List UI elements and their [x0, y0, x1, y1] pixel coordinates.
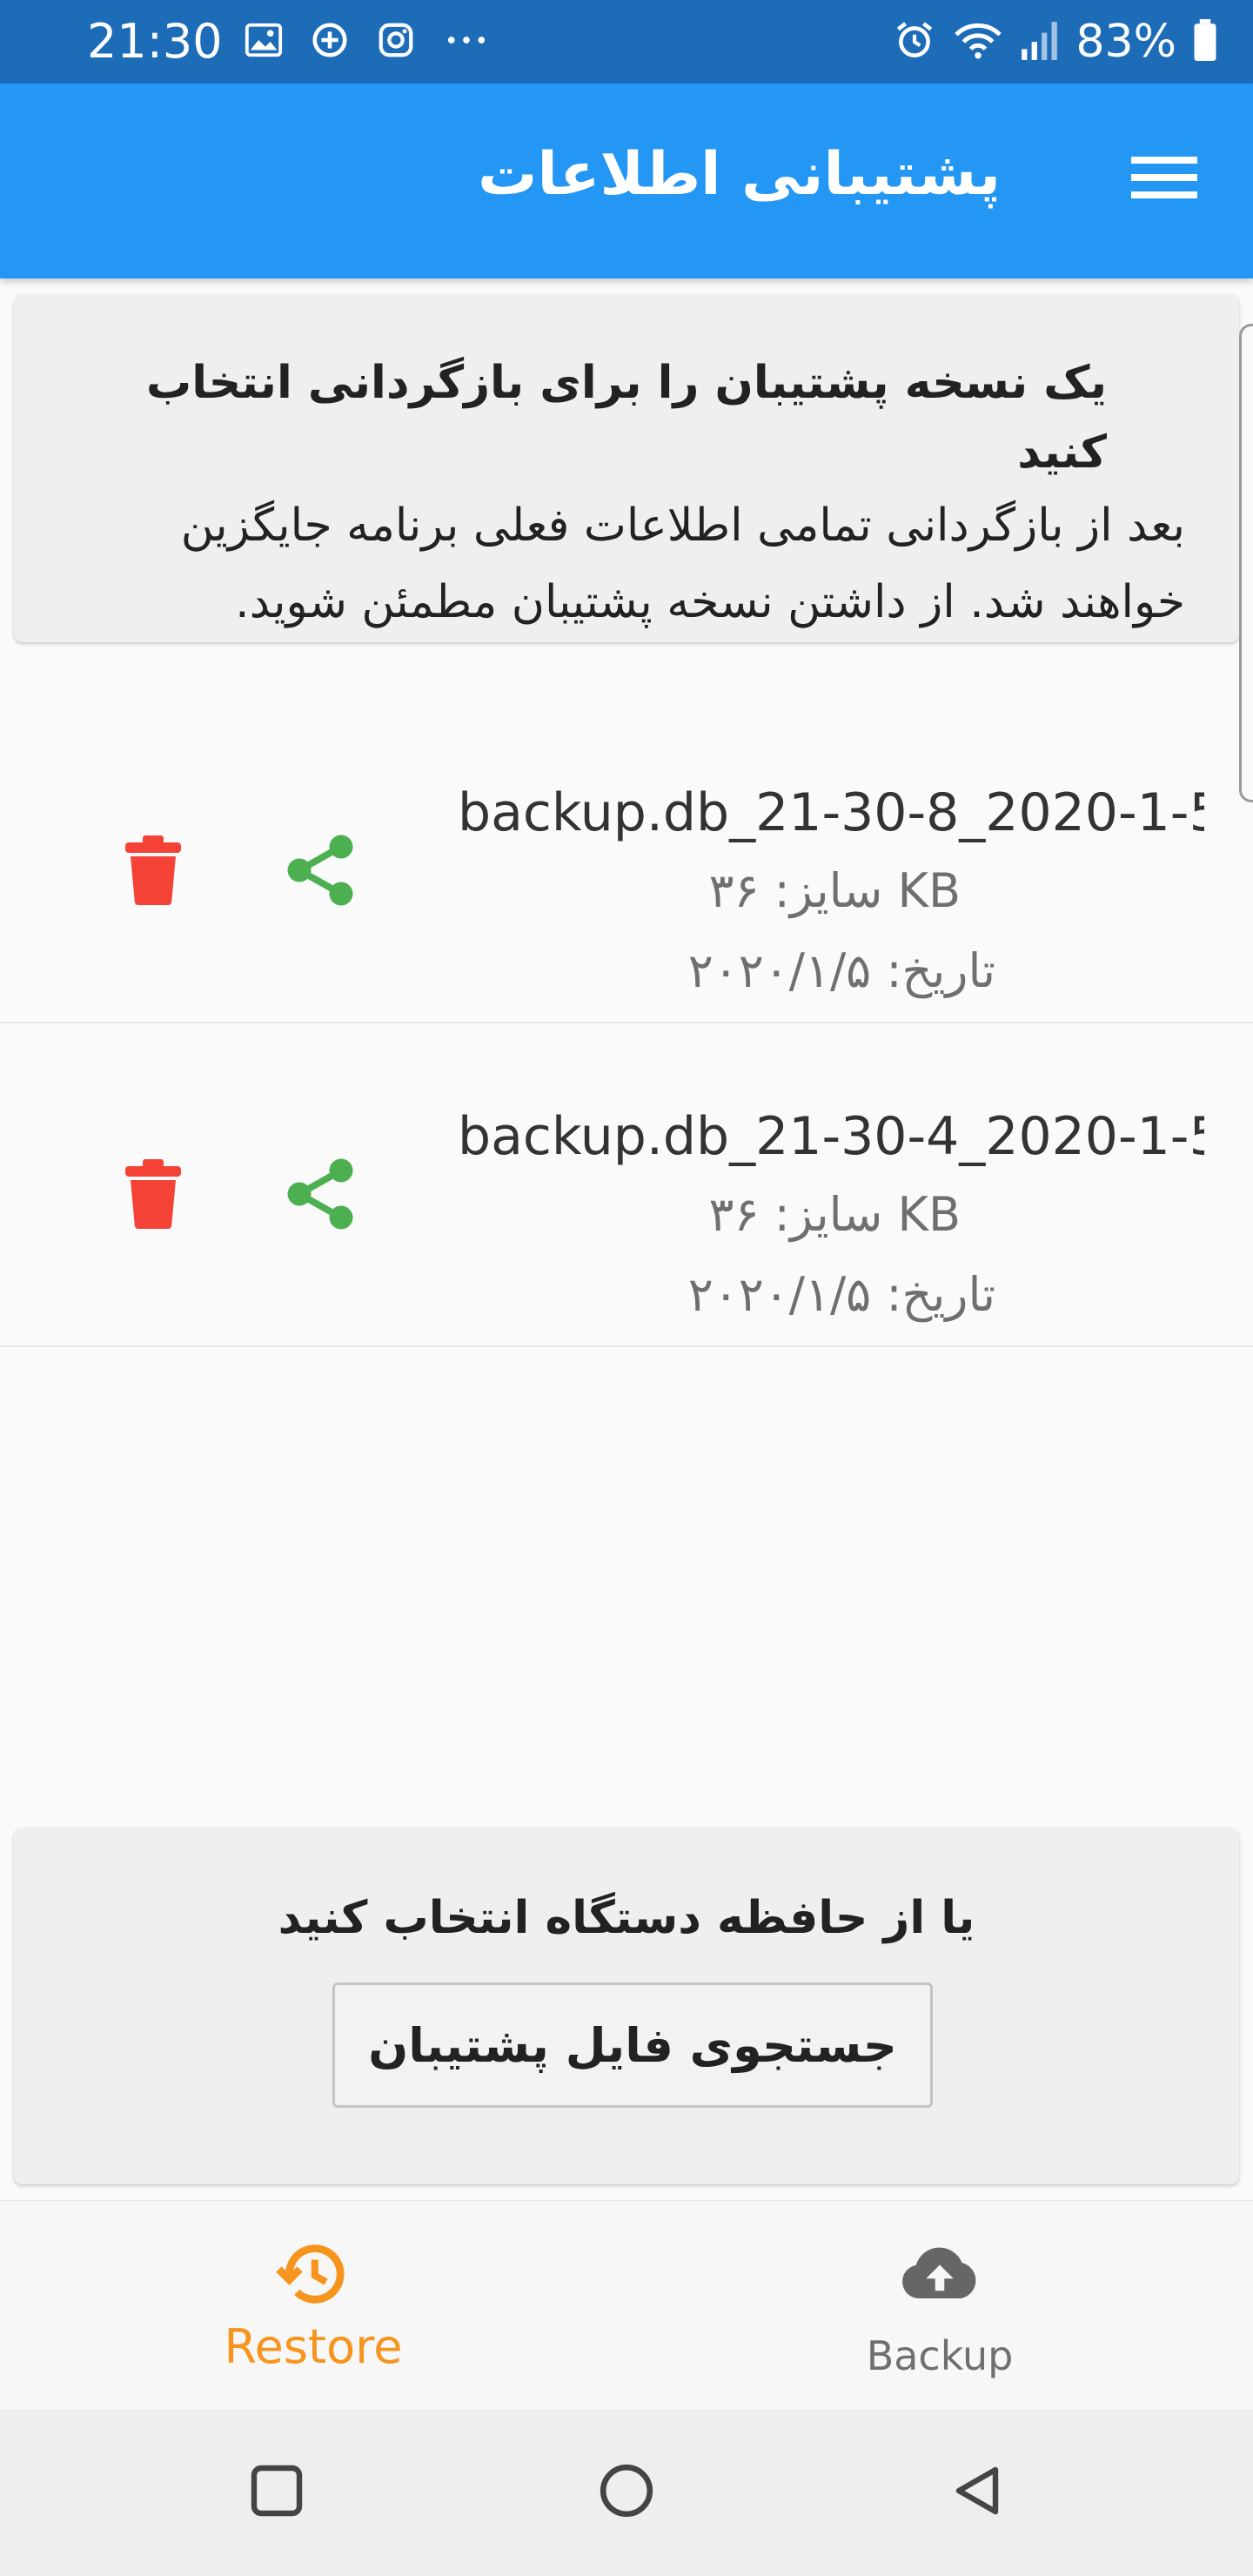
restore-info-card: یک نسخه پشتیبان را برای بازگردانی انتخاب… — [14, 294, 1239, 642]
info-card-line-1: بعد از بازگردانی تمامی اطلاعات فعلی برنا… — [180, 500, 1185, 552]
info-card-line-2: خواهند شد. از داشتن نسخه پشتیبان مطمئن ش… — [235, 576, 1185, 628]
image-icon — [244, 20, 284, 64]
share-button[interactable] — [277, 828, 364, 916]
status-left-icons — [244, 19, 491, 64]
status-time: 21:30 — [87, 14, 223, 69]
backup-date: تاریخ: ۲۰۲۰/۱/۵ — [687, 943, 995, 998]
cloud-upload-icon — [896, 2231, 983, 2318]
page-title: پشتیبانی اطلاعات — [478, 140, 1001, 209]
instagram-icon — [376, 20, 416, 64]
share-icon — [284, 1155, 357, 1237]
signal-icon — [1020, 18, 1060, 65]
recent-apps-button[interactable] — [233, 2449, 320, 2536]
delete-button[interactable] — [110, 1152, 197, 1239]
backup-date: تاریخ: ۲۰۲۰/۱/۵ — [687, 1267, 995, 1322]
device-storage-title: یا از حافظه دستگاه انتخاب کنید — [278, 1892, 975, 1944]
recent-apps-icon — [249, 2463, 305, 2522]
nav-restore-tab[interactable]: Restore — [0, 2201, 626, 2410]
delete-button[interactable] — [110, 828, 197, 916]
device-storage-card: یا از حافظه دستگاه انتخاب کنید جستجوی فا… — [14, 1828, 1239, 2184]
backup-list-item[interactable]: backup.db_21-30-8_2020-1-5 KB سایز: ۳۶ ت… — [0, 700, 1253, 1023]
hamburger-menu-icon — [1131, 153, 1197, 205]
share-icon — [284, 831, 357, 913]
nav-backup-tab[interactable]: Backup — [626, 2201, 1253, 2410]
wifi-icon — [952, 18, 1004, 65]
system-navigation-bar — [0, 2409, 1253, 2576]
bottom-navigation: Restore Backup — [0, 2200, 1253, 2410]
backup-list-item[interactable]: backup.db_21-30-4_2020-1-5 KB سایز: ۳۶ ت… — [0, 1023, 1253, 1347]
nav-backup-label: Backup — [866, 2332, 1014, 2379]
app-bar: پشتیبانی اطلاعات — [0, 84, 1253, 278]
back-button[interactable] — [935, 2449, 1022, 2536]
home-button[interactable] — [583, 2449, 670, 2536]
browse-backup-file-button[interactable]: جستجوی فایل پشتیبان — [332, 1982, 933, 2108]
restore-history-icon — [270, 2231, 357, 2318]
home-circle-icon — [598, 2462, 655, 2523]
nav-restore-label: Restore — [224, 2319, 403, 2374]
menu-button[interactable] — [1121, 136, 1208, 223]
status-bar: 21:30 83% — [0, 0, 1253, 84]
share-button[interactable] — [277, 1152, 364, 1239]
status-right: 83% — [893, 12, 1218, 71]
back-triangle-icon — [950, 2462, 1006, 2523]
more-dots-icon — [442, 20, 491, 64]
battery-percentage: 83% — [1075, 16, 1176, 68]
battery-icon — [1192, 18, 1218, 65]
backup-size: KB سایز: ۳۶ — [708, 863, 961, 918]
backup-filename: backup.db_21-30-4_2020-1-5 — [458, 1106, 1204, 1167]
trash-icon — [125, 835, 181, 909]
info-card-title: یک نسخه پشتیبان را برای بازگردانی انتخاب… — [145, 357, 1107, 479]
backup-filename: backup.db_21-30-8_2020-1-5 — [458, 782, 1204, 843]
alarm-icon — [893, 18, 936, 65]
data-saver-icon — [310, 20, 350, 64]
backup-size: KB سایز: ۳۶ — [708, 1187, 961, 1242]
trash-icon — [125, 1159, 181, 1232]
